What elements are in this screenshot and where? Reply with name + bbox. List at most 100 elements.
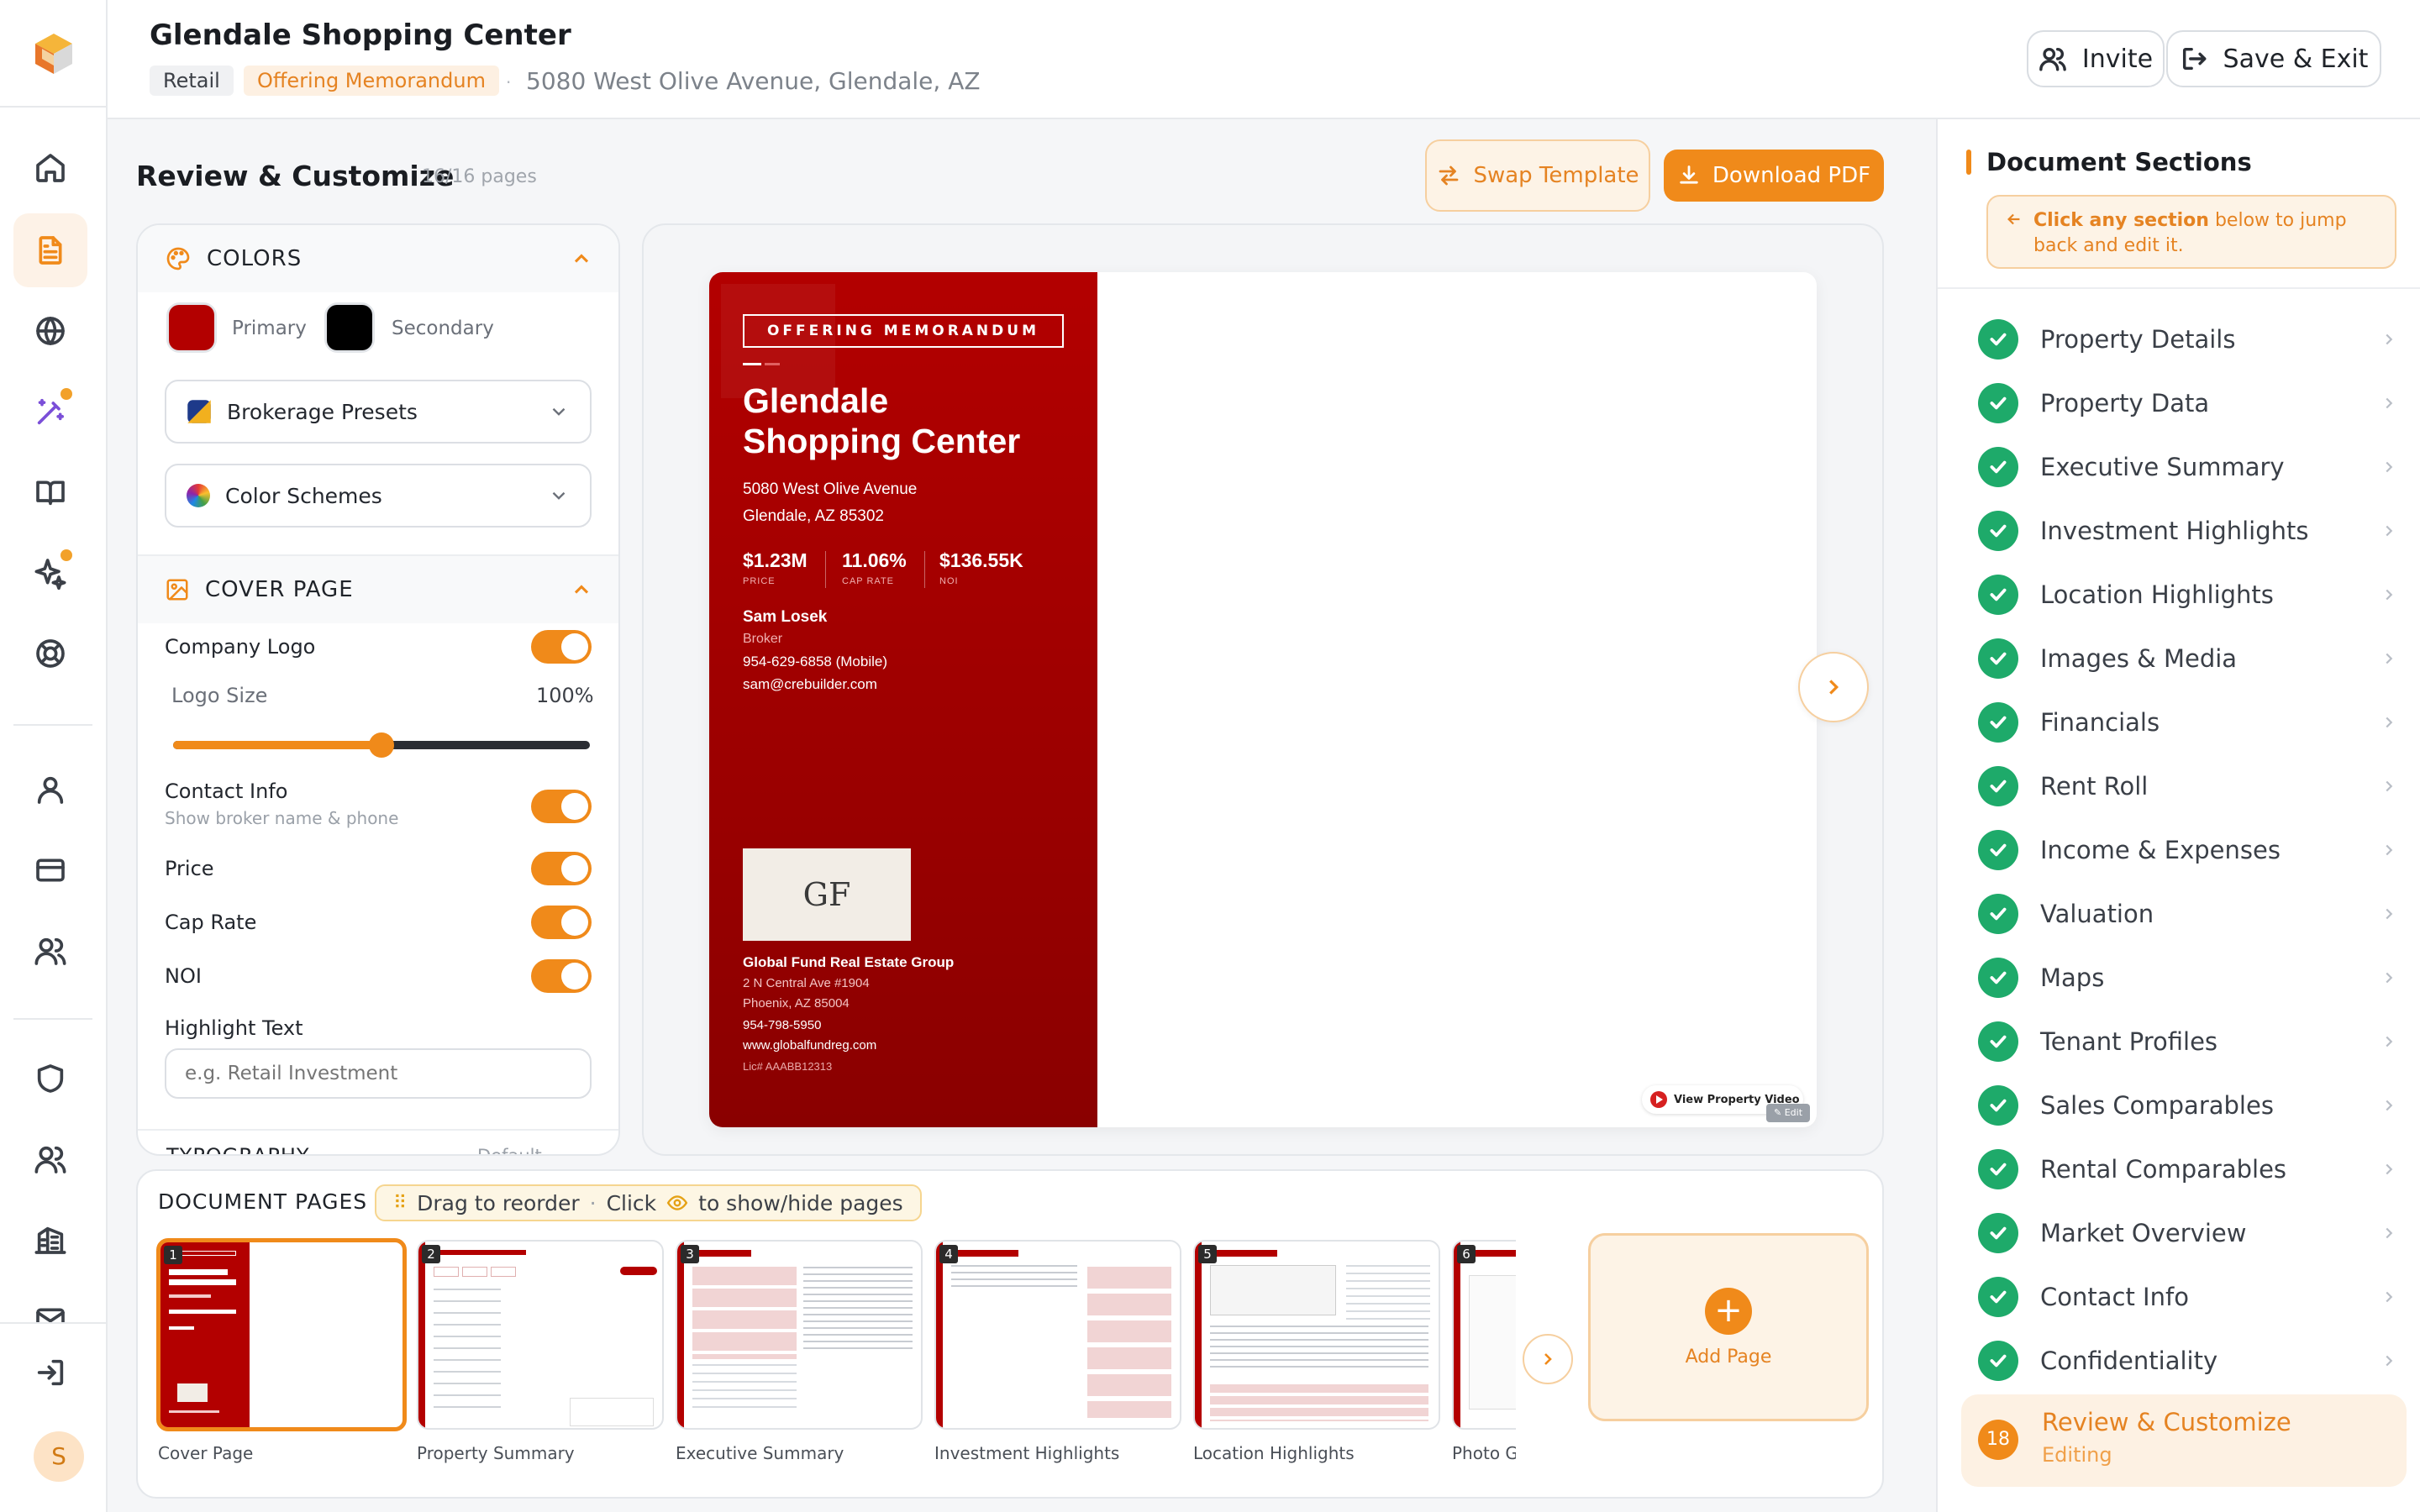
- page-thumb-2[interactable]: 2: [417, 1240, 664, 1430]
- user-avatar[interactable]: S: [34, 1431, 84, 1482]
- download-pdf-button[interactable]: Download PDF: [1664, 150, 1884, 202]
- cover-page-section-header[interactable]: COVER PAGE: [138, 556, 618, 623]
- company-logo-toggle[interactable]: [531, 630, 592, 664]
- page-thumb-3[interactable]: 3: [676, 1240, 923, 1430]
- user-icon: [37, 776, 64, 804]
- nav-mail[interactable]: [13, 1289, 87, 1322]
- edit-video-badge[interactable]: ✎ Edit: [1766, 1104, 1810, 1122]
- pencil-icon: ✎: [1773, 1107, 1785, 1118]
- chevron-right-icon: [2386, 333, 2393, 345]
- chevron-right-icon: [2386, 525, 2393, 537]
- current-step-badge: 18: [1978, 1420, 2018, 1460]
- nav-contacts[interactable]: [13, 1122, 87, 1196]
- section-item-images-media[interactable]: Images & Media: [1978, 633, 2398, 684]
- exit-icon: [2182, 47, 2206, 71]
- color-schemes-select[interactable]: Color Schemes: [165, 464, 592, 528]
- chevron-right-icon: [2386, 780, 2393, 792]
- check-circle-icon: [1978, 958, 2018, 998]
- page-thumb-4[interactable]: 4: [934, 1240, 1181, 1430]
- page-thumb-6[interactable]: 6: [1452, 1240, 1516, 1430]
- secondary-label: Secondary: [392, 318, 494, 339]
- primary-color-swatch[interactable]: [166, 302, 217, 353]
- price-toggle[interactable]: [531, 852, 592, 885]
- section-item-sales-comparables[interactable]: Sales Comparables: [1978, 1080, 2398, 1131]
- section-label: Images & Media: [2040, 644, 2238, 673]
- logo-size-slider[interactable]: [173, 732, 590, 758]
- section-item-rental-comparables[interactable]: Rental Comparables: [1978, 1144, 2398, 1194]
- section-item-location-highlights[interactable]: Location Highlights: [1978, 570, 2398, 620]
- next-page-button[interactable]: [1798, 652, 1869, 722]
- page-caption-3: Executive Summary: [676, 1443, 844, 1463]
- contact-info-toggle[interactable]: [531, 790, 592, 823]
- save-exit-button[interactable]: Save & Exit: [2166, 30, 2381, 87]
- company-logo-label: Company Logo: [165, 635, 316, 659]
- swap-icon: [1439, 165, 1459, 186]
- cover-address1: 5080 West Olive Avenue: [743, 480, 918, 498]
- secondary-color-swatch[interactable]: [324, 302, 375, 353]
- cover-noi: $136.55K: [939, 549, 1023, 571]
- section-item-contact-info[interactable]: Contact Info: [1978, 1272, 2398, 1322]
- swap-template-label: Swap Template: [1473, 163, 1639, 188]
- nav-billing[interactable]: [13, 833, 87, 907]
- cover-red-panel: OFFERING MEMORANDUM Glendale Shopping Ce…: [709, 272, 1097, 1127]
- users-icon: [34, 937, 66, 965]
- nav-book[interactable]: [13, 455, 87, 529]
- section-item-review-customize[interactable]: 18 Review & Customize Editing: [1961, 1394, 2407, 1487]
- nav-profile[interactable]: [13, 753, 87, 827]
- nav-documents[interactable]: [13, 213, 87, 287]
- typography-title[interactable]: TYPOGRAPHY: [166, 1144, 310, 1154]
- company-logo: GF: [743, 848, 911, 941]
- check-circle-icon: [1978, 894, 2018, 934]
- download-pdf-label: Download PDF: [1712, 163, 1871, 188]
- section-label: Valuation: [2040, 900, 2154, 928]
- brokerage-presets-select[interactable]: Brokerage Presets: [165, 380, 592, 444]
- section-item-executive-summary[interactable]: Executive Summary: [1978, 442, 2398, 492]
- nav-support[interactable]: [13, 617, 87, 690]
- cap-rate-toggle[interactable]: [531, 906, 592, 939]
- logo-size-label: Logo Size: [171, 684, 268, 707]
- section-item-property-data[interactable]: Property Data: [1978, 378, 2398, 428]
- nav-sparkle[interactable]: [13, 536, 87, 610]
- section-item-income-expenses[interactable]: Income & Expenses: [1978, 825, 2398, 875]
- slider-handle[interactable]: [369, 732, 394, 758]
- add-page-button[interactable]: + Add Page: [1588, 1233, 1869, 1421]
- section-item-market-overview[interactable]: Market Overview: [1978, 1208, 2398, 1258]
- highlight-text-input[interactable]: [165, 1048, 592, 1099]
- nav-globe[interactable]: [13, 294, 87, 368]
- header: Glendale Shopping Center Retail Offering…: [108, 0, 2420, 119]
- section-item-confidentiality[interactable]: Confidentiality: [1978, 1336, 2398, 1386]
- section-item-investment-highlights[interactable]: Investment Highlights: [1978, 506, 2398, 556]
- check-circle-icon: [1978, 638, 2018, 679]
- section-label: Location Highlights: [2040, 580, 2274, 609]
- color-wheel-icon: [187, 484, 210, 507]
- nav-buildings[interactable]: [13, 1203, 87, 1277]
- section-title: Review & Customize: [136, 160, 455, 192]
- nav-security[interactable]: [13, 1042, 87, 1116]
- swap-template-button[interactable]: Swap Template: [1425, 139, 1650, 212]
- page-thumb-5[interactable]: 5: [1193, 1240, 1440, 1430]
- colors-section-header[interactable]: COLORS: [138, 225, 618, 292]
- noi-label: NOI: [165, 964, 202, 988]
- document-type-tag: Offering Memorandum: [244, 66, 499, 96]
- cover-page-preview[interactable]: OFFERING MEMORANDUM Glendale Shopping Ce…: [709, 272, 1817, 1127]
- credit-card-icon: [36, 858, 65, 882]
- noi-toggle[interactable]: [531, 959, 592, 993]
- section-item-financials[interactable]: Financials: [1978, 697, 2398, 748]
- nav-magic[interactable]: [13, 375, 87, 449]
- nav-team[interactable]: [13, 914, 87, 988]
- app-logo[interactable]: [30, 30, 77, 77]
- check-circle-icon: [1978, 1085, 2018, 1126]
- section-item-rent-roll[interactable]: Rent Roll: [1978, 761, 2398, 811]
- thumbs-scroll-right-button[interactable]: [1523, 1334, 1573, 1384]
- section-item-maps[interactable]: Maps: [1978, 953, 2398, 1003]
- cover-page-title: COVER PAGE: [205, 577, 354, 602]
- invite-button[interactable]: Invite: [2027, 30, 2165, 87]
- page-thumb-1[interactable]: 1: [156, 1238, 407, 1431]
- nav-home[interactable]: [13, 131, 87, 205]
- section-item-valuation[interactable]: Valuation: [1978, 889, 2398, 939]
- section-item-tenant-profiles[interactable]: Tenant Profiles: [1978, 1016, 2398, 1067]
- section-item-property-details[interactable]: Property Details: [1978, 314, 2398, 365]
- page-caption-2: Property Summary: [417, 1443, 575, 1463]
- current-section-label: Review & Customize: [2042, 1408, 2291, 1436]
- nav-logout[interactable]: [13, 1336, 87, 1410]
